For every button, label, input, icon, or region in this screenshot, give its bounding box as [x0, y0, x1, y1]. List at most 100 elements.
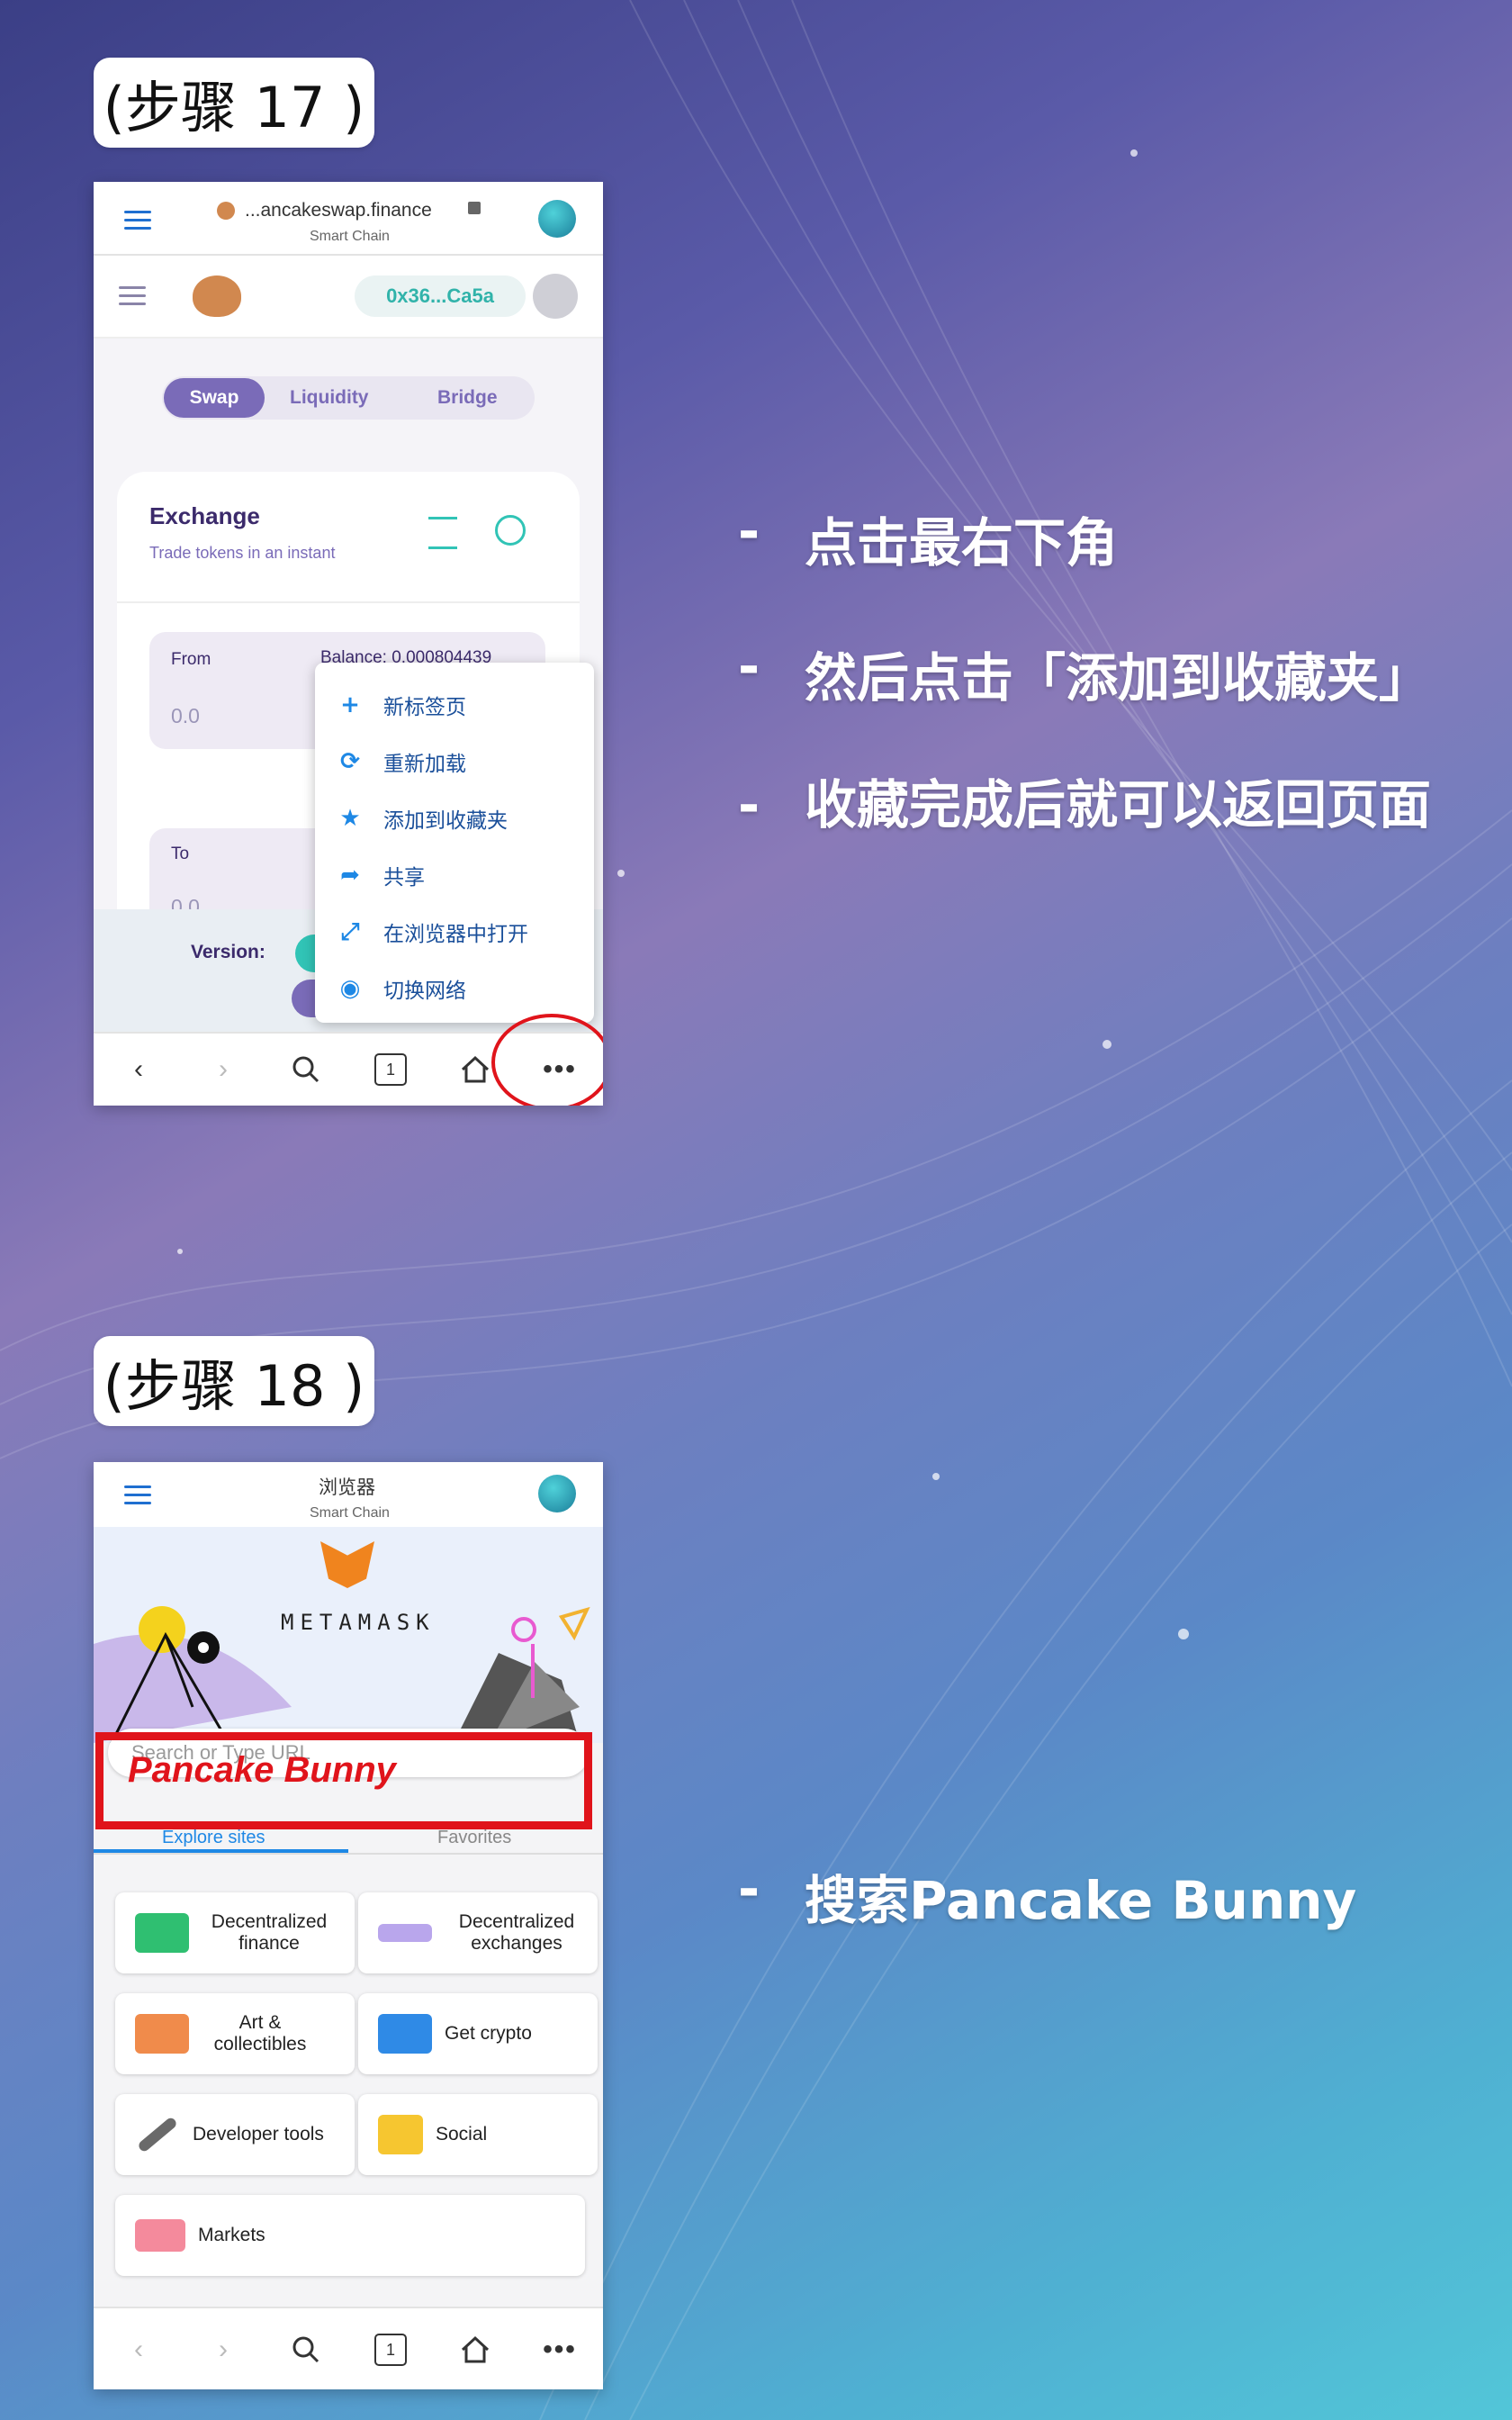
tile-label: Developer tools [193, 2124, 324, 2145]
tab-swap[interactable]: Swap [164, 378, 265, 418]
version-label: Version: [191, 942, 266, 962]
step18-phone-screenshot: 浏览器 Smart Chain METAMASK Search or Type … [94, 1462, 603, 2389]
bullet-dash: - [738, 1858, 760, 1919]
bullet-dash: - [738, 774, 760, 835]
tabs-counter-icon[interactable]: 1 [365, 1044, 416, 1095]
pancake-bunny-logo-icon [193, 275, 241, 317]
highlight-circle [491, 1014, 603, 1106]
tab-count: 1 [374, 2334, 407, 2366]
browser-topbar: ...ancakeswap.finance Smart Chain [94, 182, 603, 256]
from-amount[interactable]: 0.0 [171, 704, 200, 728]
menu-open-in-browser[interactable]: ⤢ 在浏览器中打开 [315, 904, 594, 960]
bullet-return-page: - 收藏完成后就可以返回页面 [738, 771, 1458, 839]
browser-bottom-nav: ‹ › 1 ••• [94, 2307, 603, 2389]
menu-add-favorite[interactable]: ★ 添加到收藏夹 [315, 790, 594, 846]
tabs-divider [94, 1853, 603, 1855]
metamask-hero: METAMASK [94, 1527, 603, 1743]
bullet-text-1: 点击最右下角 [805, 512, 1119, 573]
back-arrow-icon[interactable]: ‹ [113, 1044, 164, 1095]
tile-label: Decentralized exchanges [458, 1911, 575, 1954]
profile-avatar-icon[interactable] [533, 274, 578, 319]
search-icon[interactable] [281, 2325, 331, 2375]
menu-switch-network-label: 切换网络 [383, 980, 466, 1003]
tile-markets[interactable]: Markets [115, 2195, 585, 2276]
site-favicon-icon [217, 202, 235, 220]
search-icon[interactable] [281, 1044, 331, 1095]
credit-card-icon [378, 2014, 432, 2054]
tab-count: 1 [374, 1053, 407, 1086]
metamask-brand: METAMASK [281, 1610, 436, 1635]
menu-new-tab[interactable]: + 新标签页 [315, 677, 594, 733]
app-header: 0x36...Ca5a [94, 256, 603, 339]
hamburger-menu-icon[interactable] [124, 211, 151, 230]
menu-share[interactable]: ➦ 共享 [315, 847, 594, 903]
site-domain: ...ancakeswap.finance [245, 200, 432, 221]
from-label: From [171, 650, 212, 669]
tile-decentralized-exchanges[interactable]: Decentralized exchanges [358, 1892, 598, 1973]
browser-title: 浏览器 [319, 1477, 375, 1498]
reload-icon: ⟳ [340, 748, 360, 775]
forward-arrow-icon[interactable]: › [198, 1044, 248, 1095]
bullet-dash: - [738, 501, 760, 562]
network-label: Smart Chain [310, 1505, 390, 1521]
more-options-icon[interactable]: ••• [535, 2325, 585, 2375]
bullet-search-pancake-bunny: - 搜索Pancake Bunny [738, 1858, 1476, 1934]
tile-label: Markets [198, 2225, 266, 2245]
exchange-subtitle: Trade tokens in an instant [149, 544, 336, 562]
globe-icon: ◉ [339, 975, 361, 1002]
search-overlay-text: Pancake Bunny [128, 1750, 396, 1790]
account-avatar[interactable] [538, 200, 576, 238]
bullet-text-4: 搜索Pancake Bunny [805, 1870, 1357, 1931]
settings-sliders-icon[interactable] [428, 517, 457, 549]
tile-developer-tools[interactable]: Developer tools [115, 2094, 355, 2175]
plus-icon: + [340, 691, 360, 718]
tile-label: Decentralized finance [211, 1911, 328, 1954]
newspaper-icon [135, 2219, 185, 2252]
tab-bridge[interactable]: Bridge [437, 387, 498, 409]
menu-new-tab-label: 新标签页 [383, 696, 466, 719]
share-arrow-icon: ➦ [340, 862, 360, 889]
tile-decentralized-finance[interactable]: Decentralized finance [115, 1892, 355, 1973]
expand-arrows-icon: ⤢ [340, 917, 360, 945]
swap-arrows-icon [378, 1924, 432, 1942]
tab-favorites[interactable]: Favorites [437, 1828, 511, 1848]
step17-phone-screenshot: ...ancakeswap.finance Smart Chain 0x36..… [94, 182, 603, 1106]
card-divider [117, 601, 580, 603]
menu-add-favorite-label: 添加到收藏夹 [383, 809, 508, 833]
back-arrow-icon[interactable]: ‹ [113, 2325, 164, 2375]
hamburger-menu-icon[interactable] [124, 1485, 151, 1505]
menu-share-label: 共享 [383, 866, 425, 889]
tab-liquidity[interactable]: Liquidity [290, 387, 369, 409]
money-icon [135, 1913, 189, 1953]
tab-explore-sites[interactable]: Explore sites [162, 1828, 266, 1848]
tile-get-crypto[interactable]: Get crypto [358, 1993, 598, 2074]
history-clock-icon[interactable] [495, 515, 526, 546]
browser-topbar: 浏览器 Smart Chain [94, 1462, 603, 1536]
bullet-text-2: 然后点击「添加到收藏夹」 [805, 647, 1432, 709]
menu-switch-network[interactable]: ◉ 切换网络 [315, 961, 594, 1016]
app-menu-icon[interactable] [119, 286, 146, 306]
tile-art-collectibles[interactable]: Art & collectibles [115, 1993, 355, 2074]
tile-label: Art & collectibles [213, 2012, 307, 2054]
lock-icon [468, 202, 481, 214]
wallet-address-button[interactable]: 0x36...Ca5a [355, 275, 526, 317]
bullet-add-to-favorites: - 然后点击「添加到收藏夹」 [738, 636, 1503, 711]
wrench-icon [136, 2116, 179, 2154]
tile-social[interactable]: Social [358, 2094, 598, 2175]
tabs-counter-icon[interactable]: 1 [365, 2325, 416, 2375]
forward-arrow-icon[interactable]: › [198, 2325, 248, 2375]
to-label: To [171, 844, 190, 863]
storefront-icon [135, 2014, 189, 2054]
menu-reload[interactable]: ⟳ 重新加载 [315, 734, 594, 790]
account-avatar[interactable] [538, 1475, 576, 1512]
chat-bubble-icon [378, 2115, 423, 2154]
step18-label: (步骤 18 ) [94, 1336, 374, 1426]
bullet-click-bottom-right: - 点击最右下角 [738, 501, 1476, 576]
tile-label: Social [436, 2124, 488, 2145]
browser-overflow-menu: + 新标签页 ⟳ 重新加载 ★ 添加到收藏夹 ➦ 共享 ⤢ 在浏览器中打开 ◉ 切换网络 [315, 663, 594, 1023]
network-label: Smart Chain [310, 229, 390, 244]
star-icon: ★ [339, 805, 361, 832]
bullet-dash: - [738, 636, 760, 697]
home-icon[interactable] [450, 2325, 500, 2375]
exchange-title: Exchange [149, 502, 260, 529]
